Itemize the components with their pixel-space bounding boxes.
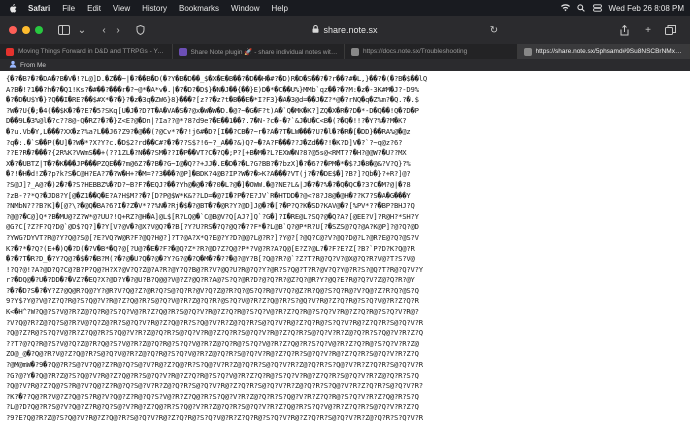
garbled-line: X�?�UBTZ|T�?�K���JP���PZQE��?m@6Z?�?B�?G… — [6, 158, 411, 168]
garbled-line: ?K?�??Q@?R?V@?Z?Q@?S?R@?V?Q@?Z?R@?Q?S?V@… — [6, 391, 419, 401]
share-icon[interactable] — [617, 23, 631, 37]
garbled-line: ?@@?�C@]Q*?B�MU@?Z?W*@?UU?!Q+RZ?@H�A]@L$… — [6, 211, 419, 221]
menu-window[interactable]: Window — [231, 4, 259, 13]
menu-view[interactable]: View — [113, 4, 130, 13]
garbled-line: ?Q@?Z?R@?S?Q?V@?R?Z?Q@?R?S?Q@?V?R?Z@?Q?R… — [6, 328, 423, 338]
menu-bar: Safari File Edit View History Bookmarks … — [0, 0, 690, 16]
garbled-line: �?!�H�d!Z�?p?k?S�C@H?EA?7�?W�H+?�M=??3��… — [6, 169, 411, 179]
menu-bookmarks[interactable]: Bookmarks — [179, 4, 219, 13]
garbled-line: A?B�!?1��?h�?�Q1!Ks?�#��?���r�?~@*�A*v�.… — [6, 84, 419, 94]
minimize-window-button[interactable] — [22, 26, 30, 34]
tab-troubleshooting[interactable]: https://docs.note.sx/Troubleshooting — [345, 44, 518, 59]
garbled-line: ?q�:.�`S��P(�U]�?W�*?X?Y?c.�D$2?rd��C#?�… — [6, 137, 403, 147]
address-text: share.note.sx — [323, 25, 378, 35]
garbled-line: ZO@_@�?Q@?R?V@?Z?Q@?R?S@?Q?V@?R?Z@?Q?R@?… — [6, 349, 419, 359]
garbled-line: ?zB-??*Q?�JD8?Y[@�Z1��Q�E?A?H$M??�?[D?P@… — [6, 190, 411, 200]
garbled-line: ?V?Q@?R?Z@?Q?S@?R?V@?Q?Z@?R?S@?Q?V?R@?Z?… — [6, 317, 423, 327]
forum-favicon-icon — [178, 47, 187, 56]
tab-title: https://share.note.sx/5phsamd#9Su8NSCBrN… — [535, 48, 684, 55]
tab-title: https://docs.note.sx/Troubleshooting — [363, 48, 468, 55]
sidebar-toggle-icon[interactable] — [57, 23, 71, 37]
new-tab-icon[interactable]: + — [641, 23, 655, 37]
person-icon — [9, 60, 17, 70]
lock-icon — [312, 25, 319, 35]
garbled-line: �?u.Vb�Y,L���?XX�z?%a?L��J6?Z9?�@��(?@Cv… — [6, 126, 411, 136]
garbled-line: ?Q@?V?R@?Z?Q@?S?R@?V?Q@?Z?R@?Q?S@?V?R?Z@… — [6, 381, 423, 391]
forward-button[interactable]: › — [111, 23, 125, 37]
window-controls — [9, 26, 43, 34]
garbled-line: D��9L�3%@l�?c??8@-Q�RZ?�?�}Z<E?@�Dn|?Ia?… — [6, 116, 407, 126]
garbled-line: ?�?�D?S�?�Y?Z?@Q@R?Q@?Y?@R?V?Q@?Z?@R?Q?S… — [6, 285, 419, 295]
tab-share-note-active[interactable]: https://share.note.sx/5phsamd#9Su8NSCBrN… — [517, 44, 690, 59]
status-area: Wed Feb 26 8:08 PM — [560, 0, 684, 16]
zoom-window-button[interactable] — [35, 26, 43, 34]
garbled-line: ?NMbN???B?K]�[@?\?�@Q�BA?6?I�?Z�V*??%N�?… — [6, 201, 415, 211]
tab-youtube[interactable]: Moving Things Forward in D&D and TTRPGs … — [0, 44, 173, 59]
menu-safari[interactable]: Safari — [28, 4, 50, 13]
garbled-line: ?G?@?Y�?Q@?R?Z@?S?Q@?V?R@?Z?Q@?R?S@?Q?V?… — [6, 370, 419, 380]
garbled-line: 9?Y$?Y@?V@?Z?Q?R@?S?Q@?V?R@?Z?Q@?R?S@?Q?… — [6, 296, 419, 306]
menu-file[interactable]: File — [62, 4, 75, 13]
menu-edit[interactable]: Edit — [87, 4, 101, 13]
clock[interactable]: Wed Feb 26 8:08 PM — [609, 4, 684, 13]
garbled-text: {�?�B?�?�DA�?B�V�!?L@]D.�Z��~|�?��B�D(�?… — [0, 71, 690, 424]
favorites-bar: From Me — [0, 59, 690, 71]
garbled-line: ??E?R�?���?{2R%K?VWmS��+(??1ZL�?N��?SM�?… — [6, 148, 407, 158]
garbled-line: {�?�B?�?�DA�?B�V�!?L@]D.�Z��~|�?��B�D(�?… — [6, 74, 427, 83]
garbled-line: ?L@?D?Q@?R?S@?V?Q@?Z?R@?Q?S@?V?R@?Z?Q@?R… — [6, 402, 419, 412]
control-center-icon[interactable] — [592, 4, 602, 13]
page-favicon-icon — [523, 47, 532, 56]
garbled-line: ?YWG?DYVT?R@?Y?Q@?S@[?E?VQ?W@R?F?@Q?H@?]… — [6, 232, 419, 242]
garbled-line: ??T?@?Q?R@?S?V@?Q?Z@?R?Q@?S?V@?R?Z@?Q?R@… — [6, 338, 419, 348]
garbled-line: K<�H^?W?Q@?S?V@?R?Z@?Q?R@?S?Q?V@?R?Z?Q@?… — [6, 307, 419, 317]
garbled-line: @G?C[?Z?F?Q?D@`@D$?Q?]�?Y[V?@V�?@X?V@Q?�… — [6, 222, 419, 232]
page-favicon-icon — [351, 47, 359, 56]
address-bar[interactable]: share.note.sx — [214, 22, 476, 38]
tab-overview-icon[interactable] — [663, 23, 677, 37]
tab-bar: Moving Things Forward in D&D and TTRPGs … — [0, 44, 690, 60]
menu-history[interactable]: History — [142, 4, 167, 13]
youtube-favicon-icon — [6, 47, 14, 56]
menu-help[interactable]: Help — [271, 4, 287, 13]
garbled-line: !?Q?@!?A?@D?Q?C@?B?P?Q@?H?X?@V?Q?Z@?A?R?… — [6, 264, 423, 274]
reload-icon[interactable]: ↻ — [487, 23, 501, 37]
close-window-button[interactable] — [9, 26, 17, 34]
garbled-line: ?W�?U{�;�4(��$K�?�?E?�5?SKq[U�J�?D?T�A�V… — [6, 105, 419, 115]
search-icon[interactable] — [577, 4, 586, 13]
browser-toolbar: ⌄ ‹ › share.note.sx ↻ + — [0, 16, 690, 44]
garbled-line: �?�?T�R?D_�?Y?Q@?�$�?�B?M(?�?@�U?Q�?@�?Y… — [6, 254, 415, 264]
wifi-icon[interactable] — [560, 4, 570, 13]
garbled-line: ?@M@mW�?9�?Q@?R?S@?V?Q@?Z?R@?Q?S@?V?R@?Z… — [6, 360, 423, 370]
tab-share-note-plugin[interactable]: Share Note plugin 🚀 - share individual n… — [173, 44, 345, 59]
tab-title: Share Note plugin 🚀 - share individual n… — [190, 48, 339, 56]
page-content: {�?�B?�?�DA�?B�V�!?L@]D.�Z��~|�?��B�D(�?… — [0, 71, 690, 431]
tab-title: Moving Things Forward in D&D and TTRPGs … — [18, 48, 166, 55]
garbled-line: ?9?E?Q@?R?Z@?S?Q@?V?R@?Z?Q@?R?S@?Q?V?R@?… — [6, 413, 423, 422]
garbled-line: r?�DQ@�?U�?DD�?�VZ?�EQ?X?@D?Y�?@U?B?Q@@?… — [6, 275, 415, 285]
shield-icon[interactable] — [133, 23, 147, 37]
garbled-line: ?S@J]?_A@?�)2�?�?S?HEBBZ%�?D?~B?F?�EQJ?�… — [6, 179, 411, 189]
apple-icon[interactable] — [9, 3, 17, 13]
garbled-line: �?�D�U$Y�}?Q��I�RE?��$#X*�?�}?�z�3q�ZW6}… — [6, 95, 419, 105]
chevron-down-icon[interactable]: ⌄ — [75, 23, 89, 37]
garbled-line: K?�?*�?Q?(E+�)Q�?D(�?V�B*�Q?@[?U@?�E�?F?… — [6, 243, 415, 253]
from-me-label: From Me — [20, 61, 46, 69]
from-me-bookmark[interactable]: From Me — [9, 60, 46, 70]
back-button[interactable]: ‹ — [97, 23, 111, 37]
